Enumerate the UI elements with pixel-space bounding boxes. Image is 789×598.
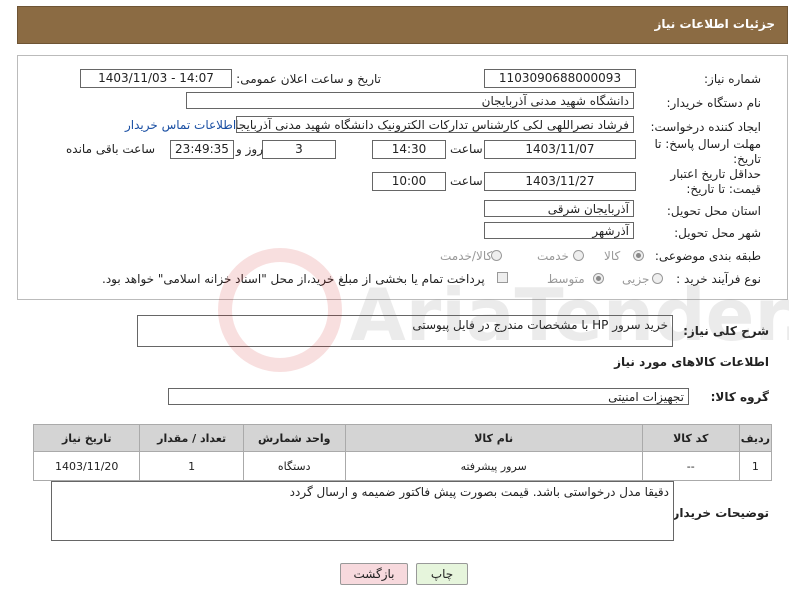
reply-deadline-label: مهلت ارسال پاسخ: تا تاریخ: (654, 137, 761, 166)
col-unit: واحد شمارش (242, 424, 346, 452)
price-deadline-label: حداقل تاریخ اعتبار قیمت: تا تاریخ: (670, 167, 761, 196)
col-row: ردیف (738, 424, 773, 452)
buyer-notes-textarea[interactable]: دقیقا مدل درخواستی باشد. قیمت بصورت پیش … (51, 481, 674, 541)
cell-quantity: 1 (139, 451, 244, 481)
page-header: جزئیات اطلاعات نیاز (17, 6, 788, 44)
days-label: روز و (236, 142, 263, 156)
reply-date-field: 1403/11/07 (484, 140, 636, 159)
page-title: جزئیات اطلاعات نیاز (654, 17, 775, 31)
cell-code: -- (641, 451, 740, 481)
col-name: نام کالا (344, 424, 643, 452)
reply-time-field: 14:30 (372, 140, 446, 159)
goods-table-header: ردیف کد کالا نام کالا واحد شمارش تعداد /… (32, 424, 773, 452)
remaining-time-field: 23:49:35 (170, 140, 234, 159)
need-number-field: 1103090688000093 (484, 69, 636, 88)
table-row: 1 -- سرور پیشرفته دستگاه 1 1403/11/20 (32, 451, 773, 481)
days-remaining-field: 3 (262, 140, 336, 159)
need-number-label: شماره نیاز: (704, 72, 761, 86)
buyer-org-field: دانشگاه شهید مدنی آذربایجان (186, 92, 634, 109)
buyer-notes-text: دقیقا مدل درخواستی باشد. قیمت بصورت پیش … (289, 485, 669, 499)
watermark-text: AriaTender.net (350, 273, 789, 357)
creator-field: فرشاد نصراللهی لکی کارشناس تدارکات الکتر… (236, 116, 634, 133)
remaining-time-label: ساعت باقی مانده (66, 142, 156, 156)
col-code: کد کالا (641, 424, 740, 452)
col-need-date: تاریخ نیاز (32, 424, 141, 452)
price-date-field: 1403/11/27 (484, 172, 636, 191)
buyer-notes-label: توضیحات خریدار: (667, 506, 769, 520)
province-field: آذربایجان شرقی (484, 200, 634, 217)
col-quantity: تعداد / مقدار (139, 424, 244, 452)
city-field: آذرشهر (484, 222, 634, 239)
creator-label: ایجاد کننده درخواست: (650, 120, 761, 134)
watermark-svg: AriaTender.net (218, 248, 789, 372)
buyer-org-label: نام دستگاه خریدار: (666, 96, 762, 110)
back-button[interactable]: بازگشت (340, 563, 408, 585)
watermark-ring-icon (218, 248, 342, 372)
reply-time-label: ساعت (450, 142, 483, 156)
cell-need-date: 1403/11/20 (32, 451, 141, 481)
price-time-field: 10:00 (372, 172, 446, 191)
province-label: استان محل تحویل: (666, 204, 761, 218)
announce-label: تاریخ و ساعت اعلان عمومی: (236, 72, 381, 86)
goods-group-label: گروه کالا: (710, 390, 769, 404)
price-time-label: ساعت (450, 174, 483, 188)
watermark-logo: AriaTender.net (210, 240, 789, 380)
print-button[interactable]: چاپ (416, 563, 468, 585)
announce-field: 1403/11/03 - 14:07 (80, 69, 232, 88)
contact-buyer-link[interactable]: اطلاعات تماس خریدار (125, 118, 236, 132)
cell-name: سرور پیشرفته (344, 451, 643, 481)
city-label: شهر محل تحویل: (674, 226, 761, 240)
goods-table: ردیف کد کالا نام کالا واحد شمارش تعداد /… (32, 424, 773, 481)
cell-unit: دستگاه (242, 451, 346, 481)
cell-row: 1 (738, 451, 773, 481)
goods-group-field: تجهیزات امنیتی (168, 388, 689, 405)
